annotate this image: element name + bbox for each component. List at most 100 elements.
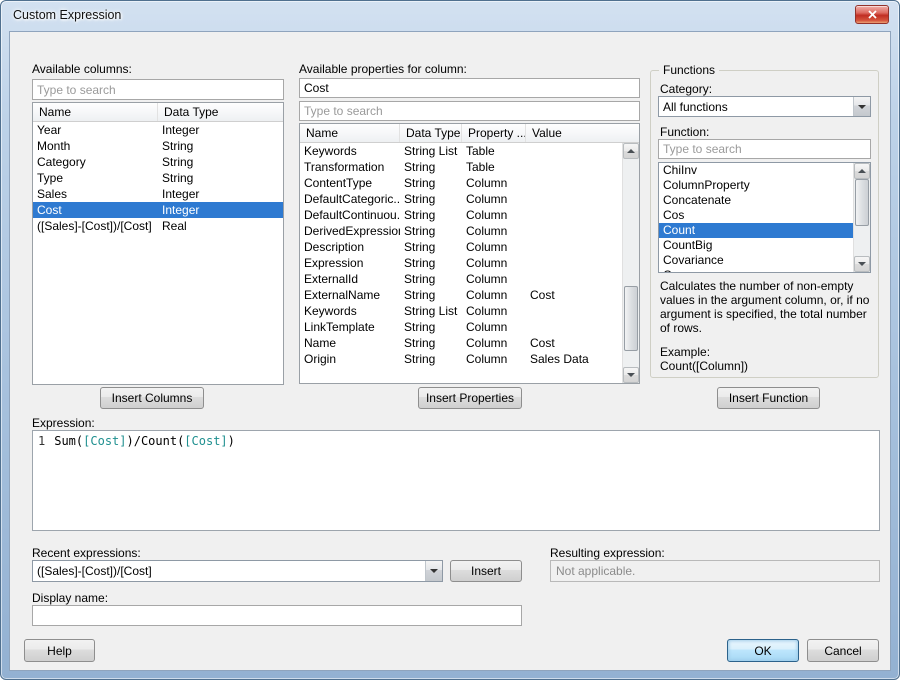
property-name-cell: Name xyxy=(300,335,400,351)
column-row[interactable]: ([Sales]-[Cost])/[Cost]Real xyxy=(33,218,283,234)
scrollbar-thumb[interactable] xyxy=(855,179,869,226)
scroll-down-icon xyxy=(627,373,635,377)
recent-expressions-dropdown[interactable]: ([Sales]-[Cost])/[Cost] xyxy=(32,560,443,582)
property-class-cell: Column xyxy=(462,303,526,319)
column-name-cell: Cost xyxy=(33,202,158,218)
properties-header-name[interactable]: Name xyxy=(300,124,400,142)
columns-header-datatype[interactable]: Data Type xyxy=(158,103,283,121)
scroll-down-button[interactable] xyxy=(623,367,639,383)
close-button[interactable] xyxy=(855,5,889,24)
column-type-cell: String xyxy=(158,138,283,154)
property-value-cell xyxy=(526,159,622,175)
property-class-cell: Column xyxy=(462,255,526,271)
property-type-cell: String xyxy=(400,271,462,287)
properties-scrollbar[interactable] xyxy=(622,143,639,383)
property-row[interactable]: ExternalIdStringColumn xyxy=(300,271,622,287)
insert-recent-button[interactable]: Insert xyxy=(450,560,522,582)
scroll-down-icon xyxy=(858,262,866,266)
expression-editor[interactable]: 1Sum([Cost])/Count([Cost]) xyxy=(32,430,880,531)
function-list-item[interactable]: Currency xyxy=(659,268,870,273)
property-row[interactable]: KeywordsString ListColumn xyxy=(300,303,622,319)
property-name-cell: DerivedExpression xyxy=(300,223,400,239)
properties-header-value[interactable]: Value xyxy=(526,124,639,142)
ok-button[interactable]: OK xyxy=(727,639,799,662)
property-row[interactable]: ExpressionStringColumn xyxy=(300,255,622,271)
dropdown-button[interactable] xyxy=(853,97,870,116)
property-class-cell: Column xyxy=(462,351,526,367)
recent-expression-value: ([Sales]-[Cost])/[Cost] xyxy=(33,564,425,578)
dropdown-button[interactable] xyxy=(425,561,442,581)
properties-header-datatype[interactable]: Data Type xyxy=(400,124,462,142)
property-row[interactable]: OriginStringColumnSales Data xyxy=(300,351,622,367)
category-dropdown[interactable]: All functions xyxy=(658,96,871,117)
property-row[interactable]: KeywordsString ListTable xyxy=(300,143,622,159)
function-list-item[interactable]: Count xyxy=(659,223,870,238)
property-row[interactable]: DescriptionStringColumn xyxy=(300,239,622,255)
property-value-cell xyxy=(526,271,622,287)
property-type-cell: String xyxy=(400,207,462,223)
property-row[interactable]: DefaultCategoric...StringColumn xyxy=(300,191,622,207)
property-type-cell: String List xyxy=(400,303,462,319)
columns-header-name[interactable]: Name xyxy=(33,103,158,121)
function-search-input[interactable] xyxy=(658,139,871,159)
function-list-item[interactable]: Concatenate xyxy=(659,193,870,208)
column-row[interactable]: YearInteger xyxy=(33,122,283,138)
column-row[interactable]: CostInteger xyxy=(33,202,283,218)
scrollbar-thumb[interactable] xyxy=(624,286,638,351)
property-name-cell: ExternalId xyxy=(300,271,400,287)
insert-properties-button[interactable]: Insert Properties xyxy=(418,387,522,409)
window-title: Custom Expression xyxy=(13,8,121,22)
property-name-cell: Transformation xyxy=(300,159,400,175)
function-list-item[interactable]: ChiInv xyxy=(659,163,870,178)
property-value-cell xyxy=(526,143,622,159)
property-row[interactable]: ExternalNameStringColumnCost xyxy=(300,287,622,303)
expression-code: Sum([Cost])/Count([Cost]) xyxy=(54,434,235,448)
custom-expression-dialog: Custom Expression Available columns: Nam… xyxy=(0,0,900,680)
property-row[interactable]: NameStringColumnCost xyxy=(300,335,622,351)
property-row[interactable]: DefaultContinuou...StringColumn xyxy=(300,207,622,223)
property-name-cell: LinkTemplate xyxy=(300,319,400,335)
columns-search-input[interactable] xyxy=(32,79,284,100)
insert-columns-button[interactable]: Insert Columns xyxy=(100,387,204,409)
property-type-cell: String xyxy=(400,319,462,335)
column-row[interactable]: SalesInteger xyxy=(33,186,283,202)
expression-token: [Cost] xyxy=(83,434,126,448)
property-class-cell: Column xyxy=(462,207,526,223)
function-list-item[interactable]: Covariance xyxy=(659,253,870,268)
properties-search-input[interactable] xyxy=(299,101,640,121)
function-list-item[interactable]: Cos xyxy=(659,208,870,223)
property-name-cell: Expression xyxy=(300,255,400,271)
cancel-button[interactable]: Cancel xyxy=(807,639,879,662)
property-row[interactable]: LinkTemplateStringColumn xyxy=(300,319,622,335)
scroll-up-button[interactable] xyxy=(854,163,870,179)
function-list-item[interactable]: CountBig xyxy=(659,238,870,253)
chevron-down-icon xyxy=(858,105,866,109)
scroll-up-icon xyxy=(627,149,635,153)
property-type-cell: String xyxy=(400,191,462,207)
column-row[interactable]: TypeString xyxy=(33,170,283,186)
property-class-cell: Column xyxy=(462,287,526,303)
property-type-cell: String List xyxy=(400,143,462,159)
scroll-up-button[interactable] xyxy=(623,143,639,159)
property-type-cell: String xyxy=(400,239,462,255)
properties-header-propertyclass[interactable]: Property ... xyxy=(462,124,526,142)
property-name-cell: Origin xyxy=(300,351,400,367)
property-value-cell xyxy=(526,175,622,191)
insert-function-button[interactable]: Insert Function xyxy=(717,387,820,409)
display-name-input[interactable] xyxy=(32,605,522,626)
column-row[interactable]: CategoryString xyxy=(33,154,283,170)
selected-column-field[interactable] xyxy=(299,78,640,98)
property-row[interactable]: TransformationStringTable xyxy=(300,159,622,175)
column-row[interactable]: MonthString xyxy=(33,138,283,154)
scroll-down-button[interactable] xyxy=(854,256,870,272)
property-value-cell xyxy=(526,255,622,271)
function-list-scrollbar[interactable] xyxy=(853,163,870,272)
property-row[interactable]: DerivedExpressionStringColumn xyxy=(300,223,622,239)
properties-table-body: KeywordsString ListTableTransformationSt… xyxy=(300,143,622,383)
function-list: ChiInvColumnPropertyConcatenateCosCountC… xyxy=(658,162,871,273)
help-button[interactable]: Help xyxy=(24,639,95,662)
property-row[interactable]: ContentTypeStringColumn xyxy=(300,175,622,191)
function-list-item[interactable]: ColumnProperty xyxy=(659,178,870,193)
titlebar[interactable]: Custom Expression xyxy=(1,1,899,31)
property-value-cell xyxy=(526,191,622,207)
